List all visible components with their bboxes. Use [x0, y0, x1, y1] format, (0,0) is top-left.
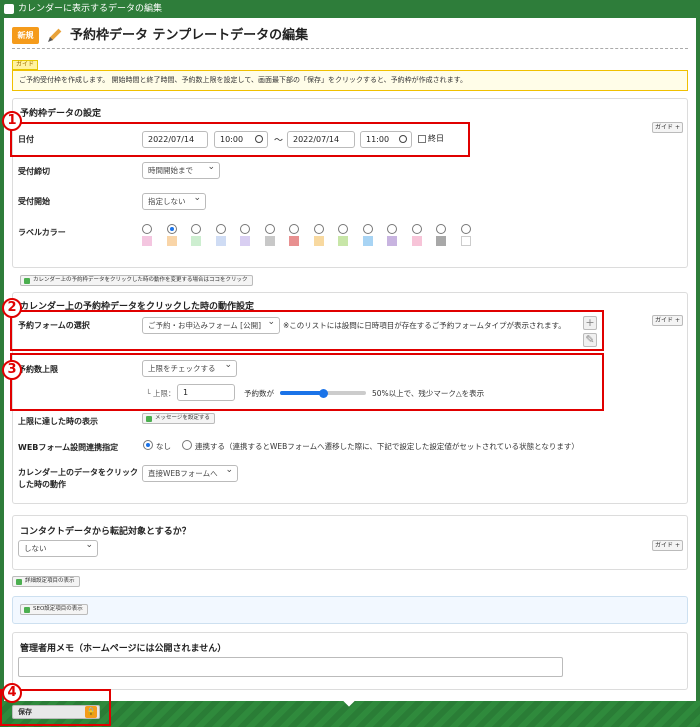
- label-color-radio[interactable]: [215, 224, 226, 234]
- pencil-icon: [48, 28, 62, 42]
- deadline-label: 受付締切: [18, 167, 50, 176]
- label-color-radio[interactable]: [362, 224, 373, 234]
- callout-4: 4: [2, 683, 22, 703]
- memo-title: 管理者用メモ（ホームページには公開されません）: [20, 644, 227, 654]
- label-color-swatch: [240, 236, 250, 246]
- label-color-radio[interactable]: [289, 224, 299, 234]
- label-color-radio[interactable]: [142, 224, 152, 234]
- label-color-swatch: [142, 236, 152, 246]
- label-color-radio[interactable]: [387, 224, 397, 234]
- label-color-swatch: [436, 236, 446, 246]
- reach-label: 上限に達した時の表示: [18, 417, 98, 426]
- web-link-none-radio[interactable]: [143, 440, 153, 450]
- web-link-none-label: なし: [156, 442, 171, 451]
- click-action-select[interactable]: 直接WEBフォームへ: [142, 463, 238, 482]
- label-color-swatch: [166, 236, 177, 246]
- label-color-swatch: [191, 236, 201, 246]
- label-color-swatch: [313, 236, 324, 246]
- label-color-swatch: [289, 236, 299, 246]
- click-action-label-line1: カレンダー上のデータをクリック: [18, 468, 138, 477]
- arrow-down-icon: [24, 607, 30, 613]
- section1-guide-button[interactable]: ガイド +: [652, 122, 683, 133]
- seo-section: [12, 596, 688, 624]
- label-color-radio[interactable]: [436, 224, 446, 234]
- highlight-box-2: [10, 310, 604, 351]
- label-color-swatch: [338, 236, 348, 246]
- label-color-swatch: [264, 236, 275, 246]
- contact-transfer-select[interactable]: しない: [18, 538, 98, 557]
- callout-3: 3: [2, 360, 22, 380]
- click-action-label-line2: した時の動作: [18, 480, 66, 489]
- arrow-down-icon: [16, 579, 22, 585]
- web-link-enable-label: 連携する（連携するとWEBフォームへ遷移した際に、下記で設定した設定値がセットさ…: [195, 442, 579, 451]
- arrow-down-icon: [146, 416, 152, 422]
- label-color-swatch: [362, 236, 373, 246]
- highlight-box-1: [10, 122, 470, 157]
- highlight-box-3: [10, 353, 604, 411]
- arrow-down-icon: [24, 278, 30, 284]
- memo-textarea[interactable]: [18, 657, 563, 677]
- seo-settings-button[interactable]: SEO設定項目の表示: [20, 604, 88, 615]
- label-color-label: ラベルカラー: [18, 228, 66, 237]
- label-color-swatch: [387, 236, 397, 246]
- section2-guide-button[interactable]: ガイド +: [652, 315, 683, 326]
- window-title: カレンダーに表示するデータの編集: [18, 4, 163, 14]
- click-behavior-toggle-label: カレンダー上の予約枠データをクリックした時の動作を変更する場合はココをクリック: [33, 277, 248, 283]
- label-color-swatch: [460, 236, 471, 246]
- label-color-radio[interactable]: [240, 224, 250, 234]
- guide-tag: ガイド: [12, 60, 39, 70]
- page-title: 予約枠データ テンプレートデータの編集: [70, 28, 309, 43]
- label-color-radio[interactable]: [166, 224, 177, 234]
- app-icon: [4, 4, 14, 14]
- label-color-radio[interactable]: [313, 224, 324, 234]
- label-color-swatch: [215, 236, 226, 246]
- label-color-radio[interactable]: [411, 224, 422, 234]
- message-settings-label: メッセージを設定する: [155, 415, 210, 421]
- reception-start-select[interactable]: 指定しない: [142, 191, 206, 210]
- detail-settings-label: 詳細設定項目の表示: [25, 578, 75, 584]
- web-link-enable-radio[interactable]: [182, 440, 192, 450]
- section3-guide-button[interactable]: ガイド +: [652, 540, 683, 551]
- divider: [12, 48, 688, 49]
- window-titlebar: カレンダーに表示するデータの編集: [0, 0, 700, 18]
- label-color-radio[interactable]: [460, 224, 471, 234]
- new-badge: 新規: [12, 27, 39, 44]
- guide-text: ご予約受付枠を作成します。 開始時間と終了時間、予約数上限を設定して、画面最下部…: [12, 70, 688, 91]
- click-behavior-toggle-button[interactable]: カレンダー上の予約枠データをクリックした時の動作を変更する場合はココをクリック: [20, 275, 253, 286]
- label-color-swatch: [411, 236, 422, 246]
- callout-2: 2: [2, 298, 22, 318]
- deadline-select[interactable]: 時間開始まで: [142, 160, 220, 179]
- label-color-radio[interactable]: [264, 224, 275, 234]
- reception-start-label: 受付開始: [18, 197, 50, 206]
- section3-title: コンタクトデータから転記対象とするか？: [20, 527, 191, 537]
- web-link-label: WEBフォーム設問連携指定: [18, 443, 119, 452]
- label-color-radio[interactable]: [338, 224, 348, 234]
- seo-settings-label: SEO設定項目の表示: [33, 606, 83, 612]
- section1-title: 予約枠データの設定: [20, 109, 102, 119]
- callout-1: 1: [2, 111, 22, 131]
- label-color-radio[interactable]: [191, 224, 201, 234]
- detail-settings-button[interactable]: 詳細設定項目の表示: [12, 576, 80, 587]
- message-settings-button[interactable]: メッセージを設定する: [142, 413, 215, 424]
